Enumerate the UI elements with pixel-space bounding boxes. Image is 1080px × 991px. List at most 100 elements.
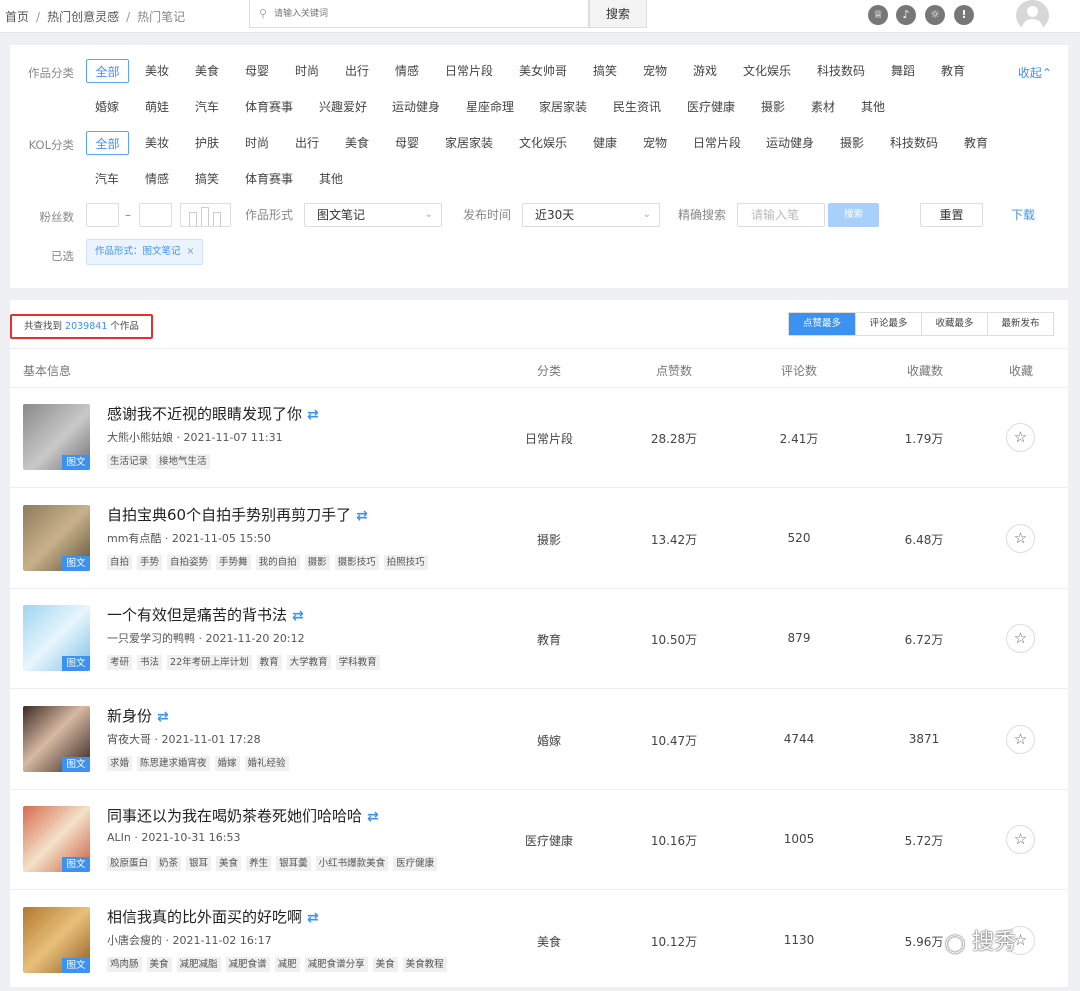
content-tag[interactable]: 减肥食谱分享: [304, 956, 368, 972]
search-button[interactable]: 搜索: [589, 0, 647, 28]
work-cat-option[interactable]: 游戏: [693, 59, 717, 83]
content-tag[interactable]: 鸡肉肠: [107, 956, 142, 972]
content-tag[interactable]: 银耳羹: [276, 856, 311, 871]
refresh-icon[interactable]: ⇄: [307, 910, 319, 926]
kol-cat-option[interactable]: 摄影: [840, 131, 864, 155]
refresh-icon[interactable]: ⇄: [292, 608, 304, 624]
content-tag[interactable]: 生活记录: [107, 454, 152, 469]
work-cat-option[interactable]: 科技数码: [817, 59, 865, 83]
kol-cat-option[interactable]: 运动健身: [766, 131, 814, 155]
reset-button[interactable]: 重置: [920, 203, 983, 227]
content-tag[interactable]: 医疗健康: [393, 856, 438, 871]
content-tag[interactable]: 养生: [246, 856, 272, 871]
content-tag[interactable]: 小红书爆款美食: [315, 856, 389, 871]
content-tag[interactable]: 教育: [256, 655, 282, 670]
star-icon[interactable]: ☆: [1006, 523, 1035, 553]
work-cat-option[interactable]: 母婴: [245, 59, 269, 83]
kol-cat-option[interactable]: 文化娱乐: [519, 131, 567, 155]
post-thumbnail[interactable]: 图文: [23, 404, 90, 470]
work-cat-option[interactable]: 教育: [941, 59, 965, 83]
work-cat-option[interactable]: 其他: [861, 95, 885, 119]
kol-cat-option[interactable]: 健康: [593, 131, 617, 155]
post-thumbnail[interactable]: 图文: [23, 705, 90, 772]
content-tag[interactable]: 胶原蛋白: [107, 856, 152, 871]
kol-cat-option[interactable]: 体育赛事: [245, 167, 293, 191]
post-title[interactable]: 同事还以为我在喝奶茶卷死她们哈哈哈 ⇄: [107, 805, 379, 826]
table-row[interactable]: 图文 新身份 ⇄ 宵夜大哥 · 2021-11-01 17:28 求婚 陈思建求婚宵夜 婚嫁…: [10, 690, 1068, 790]
content-tag[interactable]: 自拍: [107, 554, 133, 570]
refresh-icon[interactable]: ⇄: [367, 809, 379, 825]
work-cat-option[interactable]: 运动健身: [392, 95, 440, 119]
refresh-icon[interactable]: ⇄: [307, 407, 319, 423]
content-tag[interactable]: 手势舞: [216, 554, 251, 570]
kol-cat-option[interactable]: 美食: [345, 131, 369, 155]
table-row[interactable]: 图文 自拍宝典60个自拍手势别再剪刀手了 ⇄ mm有点酷 · 2021-11-05 1…: [10, 489, 1068, 589]
work-form-select[interactable]: 图文笔记 ⌄: [304, 203, 442, 227]
sort-tab-latest[interactable]: 最新发布: [987, 313, 1053, 335]
kol-cat-option[interactable]: 搞笑: [195, 167, 219, 191]
headset-icon[interactable]: ☼: [925, 5, 945, 25]
star-icon[interactable]: ☆: [1006, 423, 1035, 452]
kol-cat-option[interactable]: 日常片段: [693, 131, 741, 155]
table-row[interactable]: 图文 相信我真的比外面买的好吃啊 ⇄ 小唐会瘦的 · 2021-11-02 16:17…: [10, 891, 1068, 991]
content-tag[interactable]: 银耳: [186, 856, 212, 871]
exact-search-input[interactable]: 请输入笔: [737, 203, 825, 227]
post-title[interactable]: 一个有效但是痛苦的背书法 ⇄: [107, 604, 304, 625]
content-tag[interactable]: 婚嫁: [214, 755, 240, 771]
fans-range-bars[interactable]: [180, 203, 231, 227]
star-icon[interactable]: ☆: [1006, 825, 1035, 854]
publish-time-select[interactable]: 近30天 ⌄: [522, 203, 660, 227]
table-row[interactable]: 图文 一个有效但是痛苦的背书法 ⇄ 一只爱学习的鸭鸭 · 2021-11-20 20:…: [10, 589, 1068, 689]
work-cat-option[interactable]: 日常片段: [445, 59, 493, 83]
crown-icon[interactable]: ♕: [868, 5, 888, 25]
work-cat-option[interactable]: 情感: [395, 59, 419, 83]
content-tag[interactable]: 减肥: [274, 956, 300, 972]
post-title[interactable]: 自拍宝典60个自拍手势别再剪刀手了 ⇄: [107, 504, 368, 525]
search-input[interactable]: [274, 5, 574, 23]
kol-cat-option[interactable]: 出行: [295, 131, 319, 155]
content-tag[interactable]: 减肥食谱: [225, 956, 270, 972]
work-cat-option[interactable]: 全部: [86, 59, 129, 83]
work-cat-option[interactable]: 摄影: [761, 95, 785, 119]
fans-min-input[interactable]: [86, 203, 119, 227]
content-tag[interactable]: 求婚: [107, 755, 133, 771]
bell-icon[interactable]: ♪: [896, 5, 916, 25]
content-tag[interactable]: 美食: [216, 856, 242, 871]
work-cat-option[interactable]: 萌娃: [145, 95, 169, 119]
sort-tab-favorites[interactable]: 收藏最多: [921, 313, 987, 335]
post-thumbnail[interactable]: 图文: [23, 806, 90, 872]
content-tag[interactable]: 手势: [137, 554, 163, 570]
post-thumbnail[interactable]: 图文: [23, 906, 90, 973]
kol-cat-option[interactable]: 美妆: [145, 131, 169, 155]
kol-cat-option[interactable]: 其他: [319, 167, 343, 191]
alert-icon[interactable]: !: [954, 5, 974, 25]
download-link[interactable]: 下载: [1011, 203, 1035, 227]
kol-cat-option[interactable]: 宠物: [643, 131, 667, 155]
exact-search-button[interactable]: 搜索: [828, 203, 879, 227]
work-cat-option[interactable]: 婚嫁: [95, 95, 119, 119]
content-tag[interactable]: 奶茶: [156, 856, 182, 871]
post-title[interactable]: 感谢我不近视的眼睛发现了你 ⇄: [107, 403, 319, 424]
content-tag[interactable]: 美食: [146, 956, 172, 972]
work-cat-option[interactable]: 文化娱乐: [743, 59, 791, 83]
content-tag[interactable]: 我的自拍: [255, 554, 300, 570]
work-cat-option[interactable]: 美妆: [145, 59, 169, 83]
star-icon[interactable]: ☆: [1006, 724, 1035, 754]
work-cat-option[interactable]: 医疗健康: [687, 95, 735, 119]
content-tag[interactable]: 书法: [137, 655, 163, 670]
kol-cat-option[interactable]: 科技数码: [890, 131, 938, 155]
table-row[interactable]: 图文 感谢我不近视的眼睛发现了你 ⇄ 大熊小熊姑娘 · 2021-11-07 11:3…: [10, 388, 1068, 488]
kol-cat-option[interactable]: 母婴: [395, 131, 419, 155]
post-thumbnail[interactable]: 图文: [23, 504, 90, 571]
post-title[interactable]: 新身份 ⇄: [107, 705, 169, 726]
content-tag[interactable]: 婚礼经验: [244, 755, 289, 771]
kol-cat-option[interactable]: 护肤: [195, 131, 219, 155]
content-tag[interactable]: 大学教育: [286, 655, 331, 670]
kol-cat-option[interactable]: 情感: [145, 167, 169, 191]
work-cat-option[interactable]: 星座命理: [466, 95, 514, 119]
kol-cat-option[interactable]: 汽车: [95, 167, 119, 191]
refresh-icon[interactable]: ⇄: [157, 709, 169, 725]
fans-max-input[interactable]: [139, 203, 172, 227]
work-cat-option[interactable]: 汽车: [195, 95, 219, 119]
table-row[interactable]: 图文 同事还以为我在喝奶茶卷死她们哈哈哈 ⇄ ALIn · 2021-10-31 16…: [10, 790, 1068, 890]
